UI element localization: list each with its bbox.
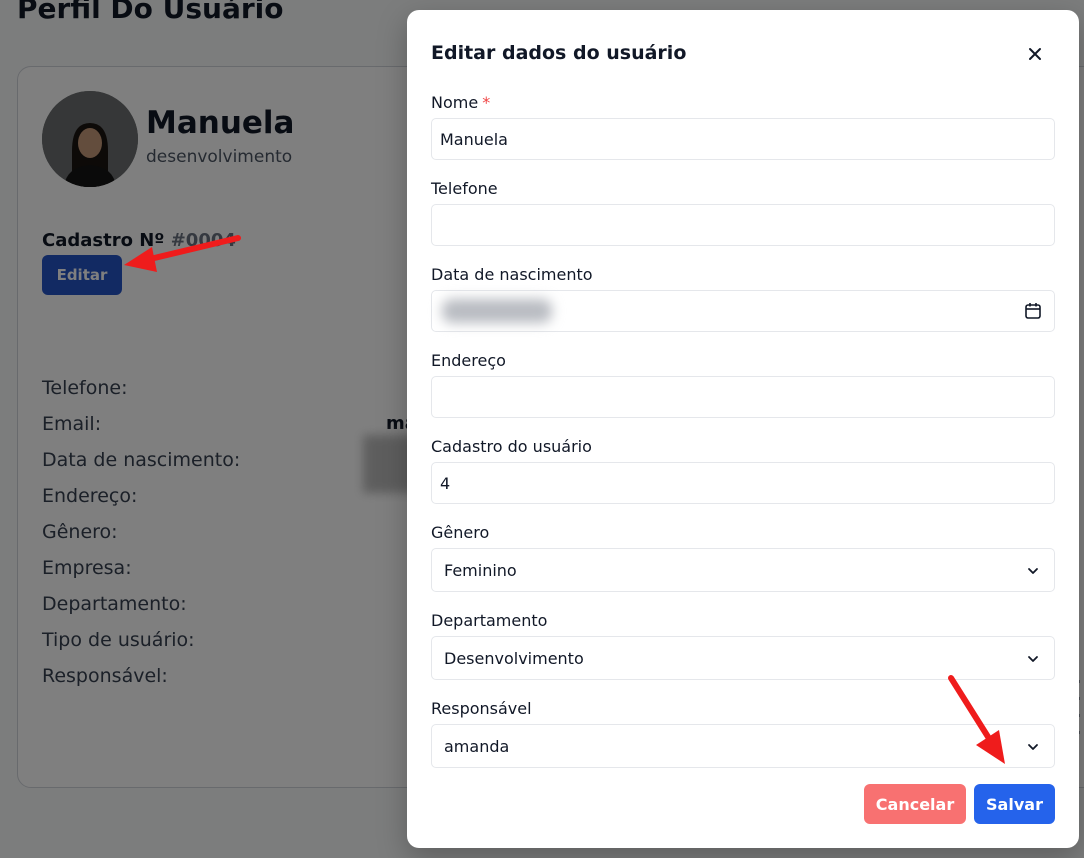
telefone-label: Telefone [431, 179, 498, 198]
blurred-date-value [442, 299, 552, 323]
genero-label: Gênero [431, 523, 490, 542]
endereco-label: Endereço [431, 351, 506, 370]
genero-selected-value: Feminino [444, 560, 517, 580]
departamento-label: Departamento [431, 611, 548, 630]
responsavel-selected-value: amanda [444, 736, 510, 756]
endereco-input[interactable] [431, 376, 1055, 418]
departamento-selected-value: Desenvolvimento [444, 648, 584, 668]
genero-select[interactable]: Feminino [431, 548, 1055, 592]
cadastro-usuario-label: Cadastro do usuário [431, 437, 592, 456]
nome-input[interactable] [431, 118, 1055, 160]
chevron-down-icon [1028, 744, 1038, 750]
chevron-down-icon [1028, 568, 1038, 574]
responsavel-select[interactable]: amanda [431, 724, 1055, 768]
modal-title: Editar dados do usuário [431, 42, 687, 64]
edit-user-modal: Editar dados do usuário Nome* Telefone D… [407, 10, 1079, 848]
save-button[interactable]: Salvar [974, 784, 1055, 824]
calendar-icon[interactable] [1024, 302, 1042, 320]
nascimento-label: Data de nascimento [431, 265, 593, 284]
telefone-input[interactable] [431, 204, 1055, 246]
responsavel-label: Responsável [431, 699, 532, 718]
close-icon [1029, 48, 1041, 60]
nome-label-text: Nome [431, 93, 479, 112]
chevron-down-icon [1028, 656, 1038, 662]
departamento-select[interactable]: Desenvolvimento [431, 636, 1055, 680]
cancel-button[interactable]: Cancelar [864, 784, 966, 824]
required-mark: * [482, 93, 491, 112]
birthdate-input[interactable] [431, 290, 1055, 332]
nome-label: Nome * [431, 93, 490, 112]
cadastro-usuario-input[interactable] [431, 462, 1055, 504]
close-modal-button[interactable] [1021, 40, 1049, 68]
